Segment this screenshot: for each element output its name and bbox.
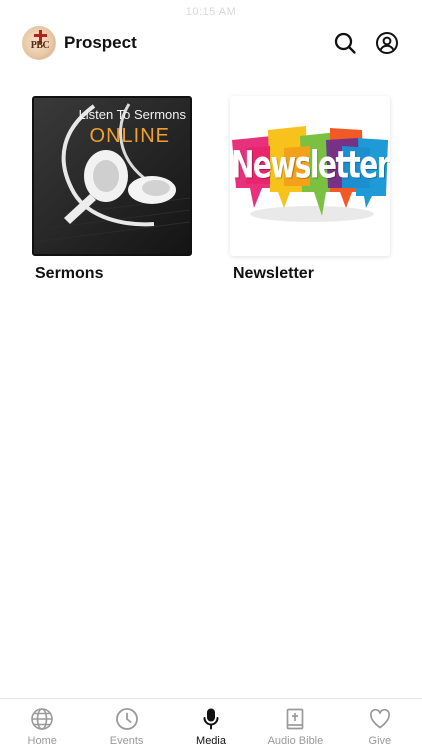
tab-label-home: Home: [27, 735, 57, 747]
tab-label-give: Give: [368, 735, 392, 747]
tab-label-events: Events: [109, 735, 144, 747]
app-title: Prospect: [64, 33, 137, 52]
tab-home[interactable]: Home: [0, 699, 84, 750]
newsletter-image-text: Newsletter: [230, 142, 390, 187]
media-grid: Listen To Sermons ONLINE Sermons Newslet…: [32, 96, 390, 283]
tab-media[interactable]: Media: [169, 699, 253, 750]
tab-label-media: Media: [196, 735, 226, 747]
media-card-sermons[interactable]: Listen To Sermons ONLINE Sermons: [32, 96, 192, 283]
newsletter-thumbnail[interactable]: Newsletter: [230, 96, 390, 256]
media-card-newsletter[interactable]: Newsletter Newsletter: [230, 96, 390, 283]
logo-text: PBC: [30, 40, 50, 51]
church-logo[interactable]: PBC: [22, 26, 56, 60]
status-bar-time: 10:15 AM: [185, 6, 237, 18]
globe-icon: [31, 708, 54, 730]
sermons-image-caption: Listen To Sermons: [78, 107, 186, 122]
sermons-image-online: ONLINE: [89, 125, 170, 147]
newsletter-label[interactable]: Newsletter: [230, 265, 390, 283]
tab-give[interactable]: Give: [338, 699, 422, 750]
account-icon[interactable]: [374, 30, 400, 56]
tab-label-audio-bible: Audio Bible: [267, 735, 324, 747]
bottom-tab-bar: Home Events Media Audio Bible Give: [0, 698, 422, 750]
microphone-icon: [203, 708, 219, 730]
tab-audio-bible[interactable]: Audio Bible: [253, 699, 337, 750]
tab-events[interactable]: Events: [84, 699, 168, 750]
search-icon[interactable]: [332, 30, 358, 56]
sermons-thumbnail[interactable]: Listen To Sermons ONLINE: [32, 96, 192, 256]
bible-icon: [287, 708, 304, 730]
app-header: PBC Prospect: [22, 24, 400, 62]
clock-icon: [115, 708, 138, 730]
heart-icon: [369, 708, 390, 729]
sermons-label[interactable]: Sermons: [32, 265, 192, 283]
